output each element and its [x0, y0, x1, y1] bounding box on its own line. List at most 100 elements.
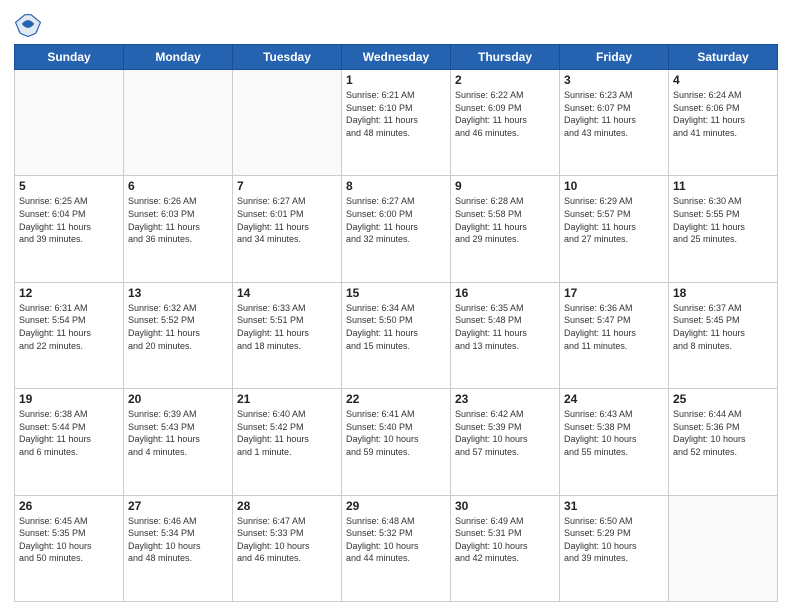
- calendar-day-cell: 17 Sunrise: 6:36 AM Sunset: 5:47 PM Dayli…: [560, 282, 669, 388]
- weekday-header: Sunday: [15, 45, 124, 70]
- calendar-day-cell: 25Sunrise: 6:44 AM Sunset: 5:36 PM Dayli…: [669, 389, 778, 495]
- day-number: 10: [564, 179, 664, 193]
- day-number: 17: [564, 286, 664, 300]
- calendar-day-cell: 4Sunrise: 6:24 AM Sunset: 6:06 PM Daylig…: [669, 70, 778, 176]
- calendar-day-cell: 21 Sunrise: 6:40 AM Sunset: 5:42 PM Dayli…: [233, 389, 342, 495]
- calendar-day-cell: 19 Sunrise: 6:38 AM Sunset: 5:44 PM Dayli…: [15, 389, 124, 495]
- calendar-day-cell: 5Sunrise: 6:25 AM Sunset: 6:04 PM Daylig…: [15, 176, 124, 282]
- calendar-body: 1 Sunrise: 6:21 AM Sunset: 6:10 PM Daylig…: [15, 70, 778, 602]
- day-info: Sunrise: 6:23 AM Sunset: 6:07 PM Dayligh…: [564, 89, 664, 139]
- calendar-week-row: 5Sunrise: 6:25 AM Sunset: 6:04 PM Daylig…: [15, 176, 778, 282]
- weekday-header: Saturday: [669, 45, 778, 70]
- calendar-day-cell: 12Sunrise: 6:31 AM Sunset: 5:54 PM Dayli…: [15, 282, 124, 388]
- day-number: 3: [564, 73, 664, 87]
- day-info: Sunrise: 6:45 AM Sunset: 5:35 PM Dayligh…: [19, 515, 119, 565]
- day-number: 23: [455, 392, 555, 406]
- day-info: Sunrise: 6:33 AM Sunset: 5:51 PM Dayligh…: [237, 302, 337, 352]
- calendar-day-cell: 9 Sunrise: 6:28 AM Sunset: 5:58 PM Daylig…: [451, 176, 560, 282]
- calendar-day-cell: 6Sunrise: 6:26 AM Sunset: 6:03 PM Daylig…: [124, 176, 233, 282]
- day-number: 5: [19, 179, 119, 193]
- day-info: Sunrise: 6:40 AM Sunset: 5:42 PM Dayligh…: [237, 408, 337, 458]
- day-info: Sunrise: 6:21 AM Sunset: 6:10 PM Dayligh…: [346, 89, 446, 139]
- day-number: 2: [455, 73, 555, 87]
- day-info: Sunrise: 6:30 AM Sunset: 5:55 PM Dayligh…: [673, 195, 773, 245]
- day-number: 7: [237, 179, 337, 193]
- calendar-day-cell: [669, 495, 778, 601]
- day-number: 20: [128, 392, 228, 406]
- day-number: 28: [237, 499, 337, 513]
- day-info: Sunrise: 6:46 AM Sunset: 5:34 PM Dayligh…: [128, 515, 228, 565]
- day-info: Sunrise: 6:47 AM Sunset: 5:33 PM Dayligh…: [237, 515, 337, 565]
- day-number: 27: [128, 499, 228, 513]
- day-number: 13: [128, 286, 228, 300]
- calendar-day-cell: 2 Sunrise: 6:22 AM Sunset: 6:09 PM Daylig…: [451, 70, 560, 176]
- calendar-day-cell: 11 Sunrise: 6:30 AM Sunset: 5:55 PM Dayli…: [669, 176, 778, 282]
- calendar-week-row: 1 Sunrise: 6:21 AM Sunset: 6:10 PM Daylig…: [15, 70, 778, 176]
- day-info: Sunrise: 6:34 AM Sunset: 5:50 PM Dayligh…: [346, 302, 446, 352]
- day-number: 15: [346, 286, 446, 300]
- calendar-week-row: 26Sunrise: 6:45 AM Sunset: 5:35 PM Dayli…: [15, 495, 778, 601]
- day-info: Sunrise: 6:37 AM Sunset: 5:45 PM Dayligh…: [673, 302, 773, 352]
- day-info: Sunrise: 6:41 AM Sunset: 5:40 PM Dayligh…: [346, 408, 446, 458]
- day-number: 25: [673, 392, 773, 406]
- calendar-day-cell: 18 Sunrise: 6:37 AM Sunset: 5:45 PM Dayli…: [669, 282, 778, 388]
- day-info: Sunrise: 6:29 AM Sunset: 5:57 PM Dayligh…: [564, 195, 664, 245]
- calendar-day-cell: 8Sunrise: 6:27 AM Sunset: 6:00 PM Daylig…: [342, 176, 451, 282]
- day-info: Sunrise: 6:49 AM Sunset: 5:31 PM Dayligh…: [455, 515, 555, 565]
- day-number: 30: [455, 499, 555, 513]
- calendar-day-cell: 27 Sunrise: 6:46 AM Sunset: 5:34 PM Dayli…: [124, 495, 233, 601]
- day-number: 24: [564, 392, 664, 406]
- day-number: 21: [237, 392, 337, 406]
- day-info: Sunrise: 6:28 AM Sunset: 5:58 PM Dayligh…: [455, 195, 555, 245]
- calendar-day-cell: 14 Sunrise: 6:33 AM Sunset: 5:51 PM Dayli…: [233, 282, 342, 388]
- logo: [14, 10, 46, 38]
- day-number: 31: [564, 499, 664, 513]
- weekday-header: Friday: [560, 45, 669, 70]
- calendar-day-cell: 1 Sunrise: 6:21 AM Sunset: 6:10 PM Daylig…: [342, 70, 451, 176]
- calendar-day-cell: 7 Sunrise: 6:27 AM Sunset: 6:01 PM Daylig…: [233, 176, 342, 282]
- day-number: 19: [19, 392, 119, 406]
- day-number: 11: [673, 179, 773, 193]
- weekday-header: Wednesday: [342, 45, 451, 70]
- weekday-row: SundayMondayTuesdayWednesdayThursdayFrid…: [15, 45, 778, 70]
- calendar-day-cell: [15, 70, 124, 176]
- calendar-header: SundayMondayTuesdayWednesdayThursdayFrid…: [15, 45, 778, 70]
- day-number: 18: [673, 286, 773, 300]
- calendar-day-cell: [233, 70, 342, 176]
- calendar-day-cell: 15 Sunrise: 6:34 AM Sunset: 5:50 PM Dayli…: [342, 282, 451, 388]
- day-info: Sunrise: 6:38 AM Sunset: 5:44 PM Dayligh…: [19, 408, 119, 458]
- day-info: Sunrise: 6:35 AM Sunset: 5:48 PM Dayligh…: [455, 302, 555, 352]
- day-info: Sunrise: 6:22 AM Sunset: 6:09 PM Dayligh…: [455, 89, 555, 139]
- calendar-day-cell: 22 Sunrise: 6:41 AM Sunset: 5:40 PM Dayli…: [342, 389, 451, 495]
- weekday-header: Monday: [124, 45, 233, 70]
- day-info: Sunrise: 6:39 AM Sunset: 5:43 PM Dayligh…: [128, 408, 228, 458]
- day-number: 22: [346, 392, 446, 406]
- day-info: Sunrise: 6:27 AM Sunset: 6:01 PM Dayligh…: [237, 195, 337, 245]
- page-container: SundayMondayTuesdayWednesdayThursdayFrid…: [0, 0, 792, 612]
- day-number: 14: [237, 286, 337, 300]
- calendar-day-cell: 30 Sunrise: 6:49 AM Sunset: 5:31 PM Dayli…: [451, 495, 560, 601]
- day-number: 12: [19, 286, 119, 300]
- calendar-week-row: 12Sunrise: 6:31 AM Sunset: 5:54 PM Dayli…: [15, 282, 778, 388]
- calendar-day-cell: 24Sunrise: 6:43 AM Sunset: 5:38 PM Dayli…: [560, 389, 669, 495]
- calendar-day-cell: 26Sunrise: 6:45 AM Sunset: 5:35 PM Dayli…: [15, 495, 124, 601]
- day-number: 9: [455, 179, 555, 193]
- calendar-day-cell: 13 Sunrise: 6:32 AM Sunset: 5:52 PM Dayli…: [124, 282, 233, 388]
- calendar-day-cell: 31Sunrise: 6:50 AM Sunset: 5:29 PM Dayli…: [560, 495, 669, 601]
- weekday-header: Tuesday: [233, 45, 342, 70]
- calendar-day-cell: [124, 70, 233, 176]
- day-info: Sunrise: 6:36 AM Sunset: 5:47 PM Dayligh…: [564, 302, 664, 352]
- header: [14, 10, 778, 38]
- day-info: Sunrise: 6:27 AM Sunset: 6:00 PM Dayligh…: [346, 195, 446, 245]
- logo-icon: [14, 10, 42, 38]
- day-number: 1: [346, 73, 446, 87]
- day-number: 4: [673, 73, 773, 87]
- calendar-day-cell: 28 Sunrise: 6:47 AM Sunset: 5:33 PM Dayli…: [233, 495, 342, 601]
- day-info: Sunrise: 6:32 AM Sunset: 5:52 PM Dayligh…: [128, 302, 228, 352]
- calendar-table: SundayMondayTuesdayWednesdayThursdayFrid…: [14, 44, 778, 602]
- calendar-day-cell: 20 Sunrise: 6:39 AM Sunset: 5:43 PM Dayli…: [124, 389, 233, 495]
- day-info: Sunrise: 6:48 AM Sunset: 5:32 PM Dayligh…: [346, 515, 446, 565]
- weekday-header: Thursday: [451, 45, 560, 70]
- calendar-day-cell: 29Sunrise: 6:48 AM Sunset: 5:32 PM Dayli…: [342, 495, 451, 601]
- day-info: Sunrise: 6:42 AM Sunset: 5:39 PM Dayligh…: [455, 408, 555, 458]
